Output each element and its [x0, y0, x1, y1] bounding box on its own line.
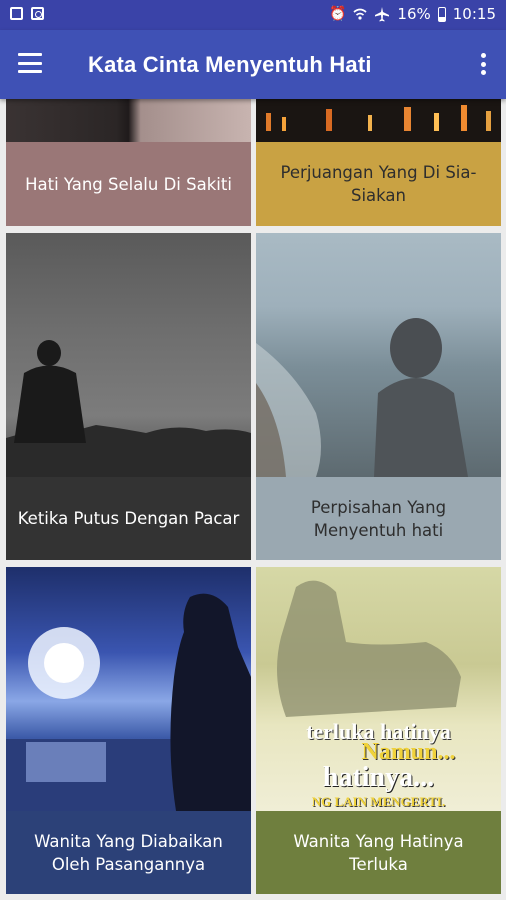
card-image — [256, 99, 501, 142]
clock: 10:15 — [452, 5, 496, 23]
woman-silhouette-sunset-image — [6, 593, 251, 811]
status-bar: ⏰ 16% 10:15 — [0, 0, 506, 30]
card-caption: Perpisahan Yang Menyentuh hati — [256, 477, 501, 560]
hooded-figure-sea-image — [256, 318, 468, 477]
card-image: terluka hatinya Namun... hatinya... NG L… — [256, 567, 501, 811]
card-perjuangan-disia-siakan[interactable]: Perjuangan Yang Di Sia-Siakan — [256, 99, 501, 226]
card-caption: Hati Yang Selalu Di Sakiti — [6, 142, 251, 226]
card-caption: Ketika Putus Dengan Pacar — [6, 477, 251, 560]
image-text-line4: NG LAIN MENGERTI. — [311, 794, 446, 809]
menu-icon[interactable] — [18, 53, 42, 73]
card-image — [6, 99, 251, 142]
app-bar: Kata Cinta Menyentuh Hati — [0, 30, 506, 99]
card-image — [256, 233, 501, 477]
card-caption: Wanita Yang Diabaikan Oleh Pasangannya — [6, 811, 251, 894]
card-caption: Wanita Yang Hatinya Terluka — [256, 811, 501, 894]
card-wanita-diabaikan[interactable]: Wanita Yang Diabaikan Oleh Pasangannya — [6, 567, 251, 894]
card-perpisahan-menyentuh-hati[interactable]: Perpisahan Yang Menyentuh hati — [256, 233, 501, 560]
battery-icon — [437, 6, 446, 22]
wifi-icon — [353, 8, 367, 20]
battery-percentage: 16% — [397, 5, 431, 23]
airplane-mode-icon — [375, 7, 390, 22]
card-hati-selalu-disakiti[interactable]: Hati Yang Selalu Di Sakiti — [6, 99, 251, 226]
instagram-notification-icon — [31, 7, 44, 20]
alarm-icon: ⏰ — [328, 6, 347, 22]
card-caption: Perjuangan Yang Di Sia-Siakan — [256, 142, 501, 226]
card-wanita-hatinya-terluka[interactable]: terluka hatinya Namun... hatinya... NG L… — [256, 567, 501, 894]
silhouette-man-image — [6, 340, 251, 477]
image-text-line3: hatinya... — [322, 762, 435, 793]
gallery-notification-icon — [10, 7, 23, 20]
app-title: Kata Cinta Menyentuh Hati — [88, 52, 372, 77]
card-putus-dengan-pacar[interactable]: Ketika Putus Dengan Pacar — [6, 233, 251, 560]
card-image — [6, 567, 251, 811]
city-lights-image — [256, 99, 501, 142]
card-image — [6, 233, 251, 477]
more-options-icon[interactable] — [480, 53, 486, 75]
